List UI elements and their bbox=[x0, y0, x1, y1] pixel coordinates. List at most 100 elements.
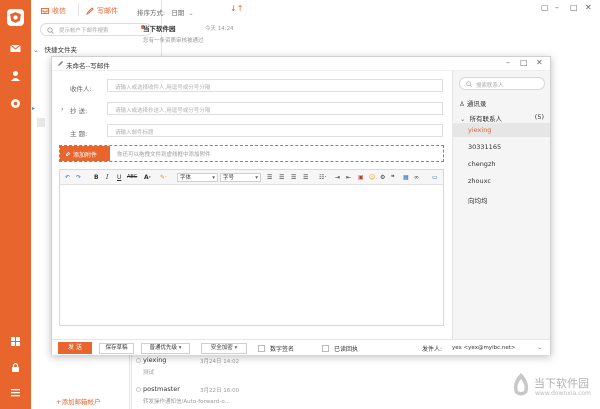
list-icon[interactable]: ☷· bbox=[319, 173, 326, 182]
bold-icon[interactable]: B bbox=[94, 173, 99, 182]
select-circle[interactable] bbox=[136, 358, 141, 363]
screenshot-icon[interactable]: ⚙ bbox=[380, 173, 385, 182]
contact-item[interactable]: chengzh bbox=[468, 160, 495, 168]
inbox-label: 收信 bbox=[52, 7, 66, 15]
inbox-button[interactable]: 收信 bbox=[41, 6, 66, 16]
contact-search-input[interactable]: 搜索联系人 bbox=[459, 77, 545, 90]
cc-placeholder: 请输入或选择抄送人,用逗号或分号分隔 bbox=[115, 108, 211, 114]
font-family-select[interactable]: 字体 ▾ bbox=[177, 173, 218, 182]
lock-icon[interactable] bbox=[9, 361, 22, 374]
font-color-icon[interactable]: A· bbox=[144, 173, 151, 182]
pencil-icon bbox=[86, 7, 94, 15]
quick-folder[interactable]: ⌄ 快捷文件夹 bbox=[33, 44, 77, 54]
image-icon[interactable]: ▣ bbox=[358, 173, 364, 182]
subject-field[interactable]: 请输入邮件标题 bbox=[107, 124, 443, 137]
subject-placeholder: 请输入邮件标题 bbox=[115, 130, 154, 136]
chevron-down-icon: ⌄ bbox=[33, 46, 39, 54]
select-circle[interactable] bbox=[136, 387, 141, 392]
compose-label: 写邮件 bbox=[97, 7, 118, 15]
cc-expand-icon[interactable]: › bbox=[61, 105, 64, 113]
indent-icon[interactable]: ⇥ bbox=[335, 173, 340, 182]
close-icon[interactable]: ✕ bbox=[536, 58, 543, 67]
message-list: yiexing 3月24日 14:02 测试 postmaster 3月22日 … bbox=[131, 352, 241, 409]
encrypt-select[interactable]: 安全加密 ▾ bbox=[201, 343, 247, 354]
account-search-input[interactable]: 提示帐户下邮件搜索 bbox=[40, 23, 152, 36]
message-sender[interactable]: 当下软件园 bbox=[143, 23, 176, 33]
contact-item[interactable]: 30331165 bbox=[468, 143, 501, 151]
settings-icon[interactable] bbox=[9, 97, 22, 110]
watermark-url: www.downxia.com bbox=[535, 390, 591, 397]
apps-icon[interactable] bbox=[9, 335, 22, 348]
redo-icon[interactable]: ↷ bbox=[76, 173, 81, 182]
sender-label: 发件人: bbox=[422, 346, 443, 353]
link-icon[interactable]: ∞ bbox=[414, 173, 419, 182]
outdent-icon[interactable]: ⇤ bbox=[346, 173, 351, 182]
maximize-icon[interactable]: □ bbox=[570, 3, 578, 12]
pencil-icon bbox=[58, 61, 63, 66]
align-center-icon[interactable]: ☰ bbox=[279, 173, 284, 182]
align-left-icon[interactable]: ☰ bbox=[267, 173, 272, 182]
table-icon[interactable]: ▦ bbox=[403, 173, 409, 182]
save-draft-button[interactable]: 保存草稿 bbox=[99, 343, 134, 354]
quote-icon[interactable]: ❝ bbox=[391, 173, 395, 182]
underline-icon[interactable]: U bbox=[117, 173, 121, 182]
skin-icon[interactable]: ▢ bbox=[541, 3, 549, 12]
read-receipt-checkbox[interactable] bbox=[322, 345, 329, 352]
subject-label: 主 题: bbox=[70, 130, 88, 138]
sort-control[interactable]: 排序方式: 日期 ⌄ bbox=[137, 7, 194, 17]
emoji-icon[interactable]: ☺ bbox=[369, 173, 375, 182]
align-right-icon[interactable]: ☰ bbox=[291, 173, 296, 182]
align-justify-icon[interactable]: ☰ bbox=[303, 173, 308, 182]
chevron-down-icon: ▾ bbox=[212, 175, 215, 181]
dialog-titlebar: 未命名--写邮件 – □ ✕ bbox=[52, 57, 550, 71]
attachment-drop-zone[interactable]: 添加附件 你还可以拖拽文件到虚线框中添加附件 bbox=[59, 145, 444, 162]
sender-value: yex <yex@myibc.net> bbox=[452, 345, 516, 351]
search-icon bbox=[466, 81, 472, 87]
menu-icon[interactable] bbox=[9, 386, 22, 399]
chevron-down-icon: ▾ bbox=[255, 175, 258, 181]
highlight-icon[interactable]: ✎· bbox=[160, 173, 167, 182]
message-time: 3月24日 14:02 bbox=[200, 359, 240, 365]
maximize-icon[interactable]: □ bbox=[520, 58, 528, 67]
watermark-logo-icon bbox=[513, 373, 529, 396]
contact-search-placeholder: 搜索联系人 bbox=[476, 83, 504, 89]
contacts-icon[interactable] bbox=[9, 69, 22, 82]
to-field[interactable]: 请输入或选择收件人,用逗号或分号分隔 bbox=[107, 79, 443, 92]
mail-icon[interactable] bbox=[9, 42, 22, 55]
undo-icon[interactable]: ↶ bbox=[65, 173, 70, 182]
message-preview: 测试 bbox=[143, 370, 155, 376]
compose-button[interactable]: 写邮件 bbox=[86, 6, 118, 16]
add-attachment-button[interactable]: 添加附件 bbox=[60, 146, 110, 161]
italic-icon[interactable]: I bbox=[106, 173, 108, 182]
signature-checkbox[interactable] bbox=[258, 345, 265, 352]
editor-area[interactable]: ↶ ↷ B I U ABC A· ✎· 字体 ▾ 字号 ▾ ☰ ☰ ☰ ☰ ☷·… bbox=[59, 169, 444, 326]
strikethrough-icon[interactable]: ABC bbox=[127, 173, 137, 182]
logo-icon bbox=[7, 9, 24, 26]
contact-item[interactable]: zhouxc bbox=[468, 177, 491, 185]
message-sender[interactable]: yiexing bbox=[143, 356, 166, 364]
priority-select[interactable]: 普通优先级 ▾ bbox=[141, 343, 190, 354]
sort-order-icon[interactable]: ↓↑ bbox=[230, 4, 243, 13]
add-account-button[interactable]: +添加邮箱帐户 bbox=[56, 396, 100, 406]
attachment-hint: 你还可以拖拽文件到虚线框中添加附件 bbox=[117, 152, 211, 158]
message-sender[interactable]: postmaster bbox=[143, 385, 180, 393]
address-book-label: 通讯录 bbox=[466, 100, 487, 108]
sort-label: 排序方式: bbox=[137, 9, 166, 17]
close-icon[interactable]: ✕ bbox=[585, 3, 592, 12]
contact-item[interactable]: 向均均 bbox=[468, 195, 488, 205]
contacts-icon: ♙ bbox=[459, 100, 465, 108]
to-placeholder: 请输入或选择收件人,用逗号或分号分隔 bbox=[115, 85, 211, 91]
font-size-select[interactable]: 字号 ▾ bbox=[220, 173, 261, 182]
send-button[interactable]: 发 送 bbox=[58, 342, 92, 354]
contact-item[interactable]: yiexing bbox=[468, 126, 491, 134]
minimize-icon[interactable]: – bbox=[506, 58, 510, 67]
font-size-value: 字号 bbox=[223, 175, 235, 181]
paperclip-icon bbox=[65, 151, 71, 157]
sender-select[interactable]: yex <yex@myibc.net> ⌄ bbox=[452, 343, 546, 354]
source-view-icon[interactable]: ▭ bbox=[432, 173, 438, 182]
divider bbox=[78, 3, 79, 16]
all-contacts-group[interactable]: ⌄ 所有联系人 (5) bbox=[460, 113, 546, 123]
compose-dialog: 未命名--写邮件 – □ ✕ 收件人: 请输入或选择收件人,用逗号或分号分隔 ›… bbox=[51, 56, 551, 355]
cc-field[interactable]: 请输入或选择抄送人,用逗号或分号分隔 bbox=[107, 102, 443, 115]
minimize-icon[interactable]: – bbox=[555, 3, 559, 12]
